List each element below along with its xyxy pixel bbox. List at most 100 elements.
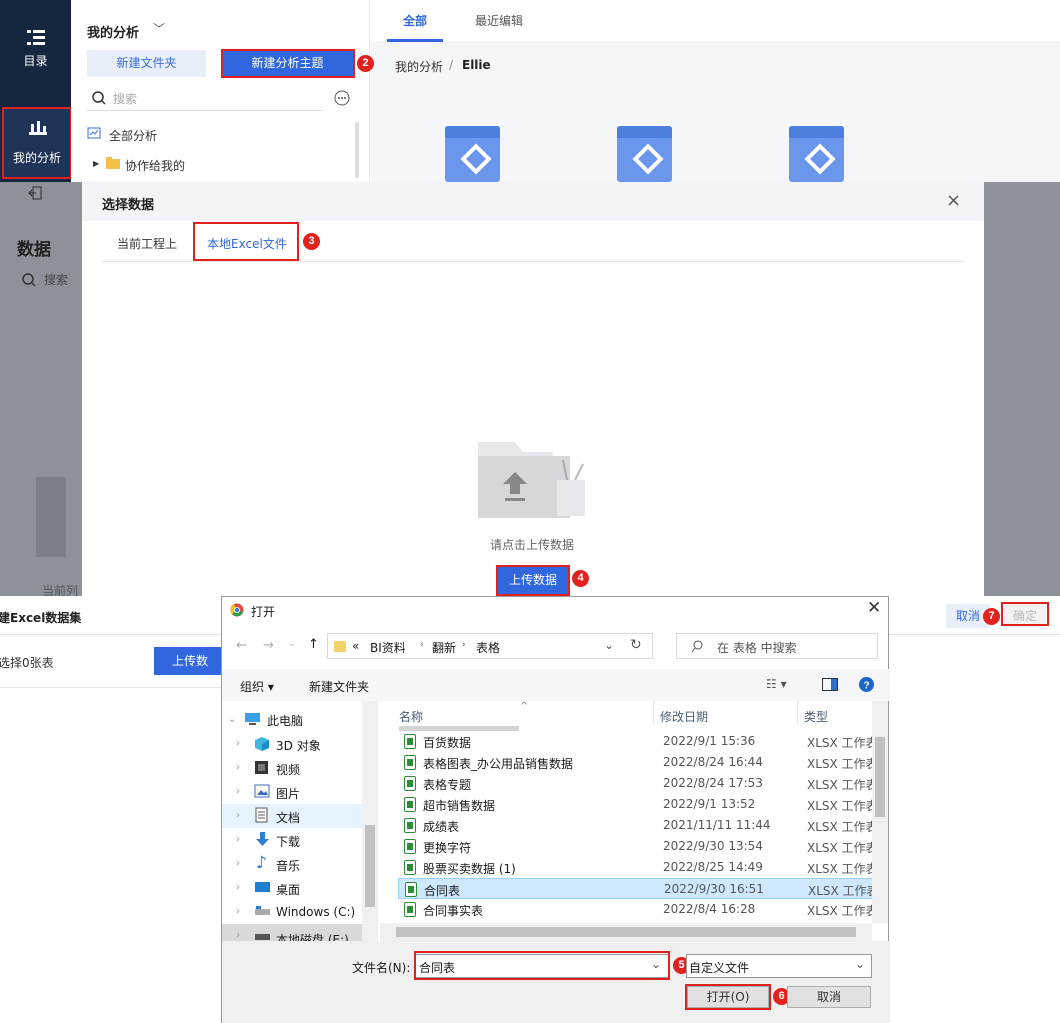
new-folder-button[interactable]: 新建文件夹 <box>87 50 206 77</box>
caret-right-icon[interactable]: ▶ <box>93 159 99 168</box>
chevron-right-icon[interactable]: › <box>236 930 240 941</box>
chrome-icon <box>230 603 244 617</box>
chevron-right-icon[interactable]: › <box>236 786 240 797</box>
behind-search-input[interactable]: 搜索 <box>44 271 68 288</box>
nav-documents[interactable]: › 文档 <box>222 804 362 828</box>
nav-drive-e[interactable]: › 本地磁盘 (E:) <box>222 924 362 941</box>
divider <box>102 261 964 262</box>
file-rows: 百货数据 2022/9/1 15:36 XLSX 工作表 表格图表_办公用品销售数据 2… <box>398 731 879 941</box>
column-header-date[interactable]: 修改日期 <box>660 708 708 725</box>
file-row[interactable]: 合同表 2022/9/30 16:51 XLSX 工作表 <box>398 878 879 899</box>
highlight-box <box>1001 602 1049 626</box>
up-arrow-icon[interactable]: ↑ <box>308 637 319 652</box>
behind-upload-button[interactable]: 上传数 <box>154 647 224 675</box>
chevron-right-icon[interactable]: › <box>236 738 240 749</box>
path-segment[interactable]: BI资料 <box>370 639 406 656</box>
back-arrow-icon[interactable]: ← <box>236 638 247 653</box>
scrollbar-thumb[interactable] <box>875 737 885 817</box>
chevron-right-icon[interactable]: › <box>236 858 240 869</box>
breadcrumb-root[interactable]: 我的分析 <box>395 58 443 75</box>
scrollbar-thumb[interactable] <box>365 825 375 907</box>
excel-file-icon <box>404 734 416 749</box>
file-row[interactable]: 超市销售数据 2022/9/1 13:52 XLSX 工作表 <box>398 794 878 815</box>
new-folder-button[interactable]: 新建文件夹 <box>309 678 369 695</box>
tab-recent[interactable]: 最近编辑 <box>475 12 523 29</box>
music-icon: ♪ <box>256 853 267 873</box>
file-row[interactable]: 合同事实表 2022/8/4 16:28 XLSX 工作表 <box>398 899 878 920</box>
file-name: 表格图表_办公用品销售数据 <box>423 757 574 771</box>
close-icon[interactable]: × <box>946 190 961 211</box>
excel-dataset-panel: 建Excel数据集 选择0张表 上传数 取消 7 确定 打开 ✕ ← → ⌄ ↑… <box>0 596 1060 1023</box>
file-row[interactable]: 成绩表 2021/11/11 11:44 XLSX 工作表 <box>398 815 878 836</box>
file-date: 2022/8/24 17:53 <box>663 776 763 790</box>
path-segment[interactable]: 表格 <box>476 639 500 656</box>
chevron-down-icon[interactable]: ⌄ <box>604 638 614 652</box>
analysis-tree-panel: 我的分析 ﹀ 新建文件夹 新建分析主题 搜索 全部分析 ▶ 协作给我的 <box>71 0 370 182</box>
scrollbar-thumb[interactable] <box>396 927 856 937</box>
column-header-name[interactable]: 名称 <box>399 708 423 725</box>
excel-file-icon <box>404 860 416 875</box>
analysis-file-icon[interactable] <box>445 126 500 182</box>
file-list-scrollbar[interactable] <box>872 701 888 923</box>
chevron-right-icon[interactable]: › <box>236 906 240 917</box>
chevron-right-icon[interactable]: › <box>236 762 240 773</box>
refresh-icon[interactable]: ↻ <box>630 637 642 653</box>
column-header-type[interactable]: 类型 <box>804 708 828 725</box>
highlight-box <box>221 49 355 78</box>
path-segment: « <box>352 639 360 653</box>
nav-desktop[interactable]: › 桌面 <box>222 876 362 900</box>
nav-scrollbar[interactable] <box>362 701 378 941</box>
behind-bottom-text: 当前列 <box>42 584 79 596</box>
search-icon <box>691 640 703 653</box>
preview-pane-icon[interactable] <box>822 678 838 691</box>
tree-item-shared[interactable]: 协作给我的 <box>125 157 185 174</box>
main-pane: 全部 最近编辑 我的分析 / Ellie <box>371 0 1060 182</box>
file-date: 2022/9/1 13:52 <box>663 797 756 811</box>
more-options-icon[interactable] <box>334 90 350 106</box>
nav-this-pc[interactable]: ⌄ 此电脑 <box>222 708 362 732</box>
chevron-down-icon[interactable]: ⌄ <box>855 957 865 971</box>
nav-3d-objects[interactable]: › 3D 对象 <box>222 732 362 756</box>
nav-catalog[interactable]: 目录 <box>0 28 71 69</box>
scrollbar[interactable] <box>355 122 359 178</box>
view-options-icon[interactable]: ☷ ▾ <box>766 677 787 691</box>
breadcrumb-current: Ellie <box>462 58 491 72</box>
nav-drive-c[interactable]: › Windows (C:) <box>222 900 362 924</box>
chevron-right-icon[interactable]: › <box>236 882 240 893</box>
nav-music[interactable]: › ♪ 音乐 <box>222 852 362 876</box>
file-type: XLSX 工作表 <box>807 904 878 918</box>
address-bar[interactable]: « BI资料 › 翻新 › 表格 ⌄ ↻ <box>327 633 653 659</box>
file-type-select[interactable]: 自定义文件 ⌄ <box>686 954 872 978</box>
tree-item-all-analysis[interactable]: 全部分析 <box>109 127 157 144</box>
search-input[interactable]: 在 表格 中搜索 <box>676 633 878 659</box>
close-icon[interactable]: ✕ <box>867 598 881 618</box>
recent-dropdown-icon[interactable]: ⌄ <box>288 639 296 649</box>
analysis-file-icon[interactable] <box>617 126 672 182</box>
file-row[interactable]: 股票买卖数据 (1) 2022/8/25 14:49 XLSX 工作表 <box>398 857 878 878</box>
file-row[interactable]: 更换字符 2022/9/30 13:54 XLSX 工作表 <box>398 836 878 857</box>
chevron-right-icon[interactable]: › <box>236 834 240 845</box>
chevron-down-icon[interactable]: ﹀ <box>153 20 165 37</box>
chevron-right-icon[interactable]: › <box>236 810 240 821</box>
dialog-title: 选择数据 <box>102 198 155 213</box>
file-row[interactable]: 表格专题 2022/8/24 17:53 XLSX 工作表 <box>398 773 878 794</box>
search-input[interactable]: 搜索 <box>113 90 137 107</box>
path-segment[interactable]: 翻新 <box>432 639 456 656</box>
select-data-panel: 数据 搜索 当前列 选择数据 × 当前工程上 本地Excel文件 3 请点击上传… <box>0 182 1060 596</box>
nav-downloads[interactable]: › 下载 <box>222 828 362 852</box>
filename-label: 文件名(N): <box>352 961 411 975</box>
file-row[interactable]: 表格图表_办公用品销售数据 2022/8/24 16:44 XLSX 工作表 <box>398 752 878 773</box>
collapse-icon[interactable] <box>28 186 42 200</box>
chevron-down-icon[interactable]: ⌄ <box>228 714 236 725</box>
tab-current-project[interactable]: 当前工程上 <box>117 235 177 252</box>
tab-all[interactable]: 全部 <box>403 12 427 29</box>
nav-videos[interactable]: › 视频 <box>222 756 362 780</box>
organize-menu[interactable]: 组织 ▾ <box>240 678 274 695</box>
help-icon[interactable]: ? <box>859 677 874 692</box>
nav-pictures[interactable]: › 图片 <box>222 780 362 804</box>
horizontal-scrollbar[interactable] <box>380 923 872 941</box>
cancel-button[interactable]: 取消 <box>787 986 871 1008</box>
analysis-file-icon[interactable] <box>789 126 844 182</box>
forward-arrow-icon[interactable]: → <box>263 638 274 653</box>
file-row[interactable]: 百货数据 2022/9/1 15:36 XLSX 工作表 <box>398 731 878 752</box>
